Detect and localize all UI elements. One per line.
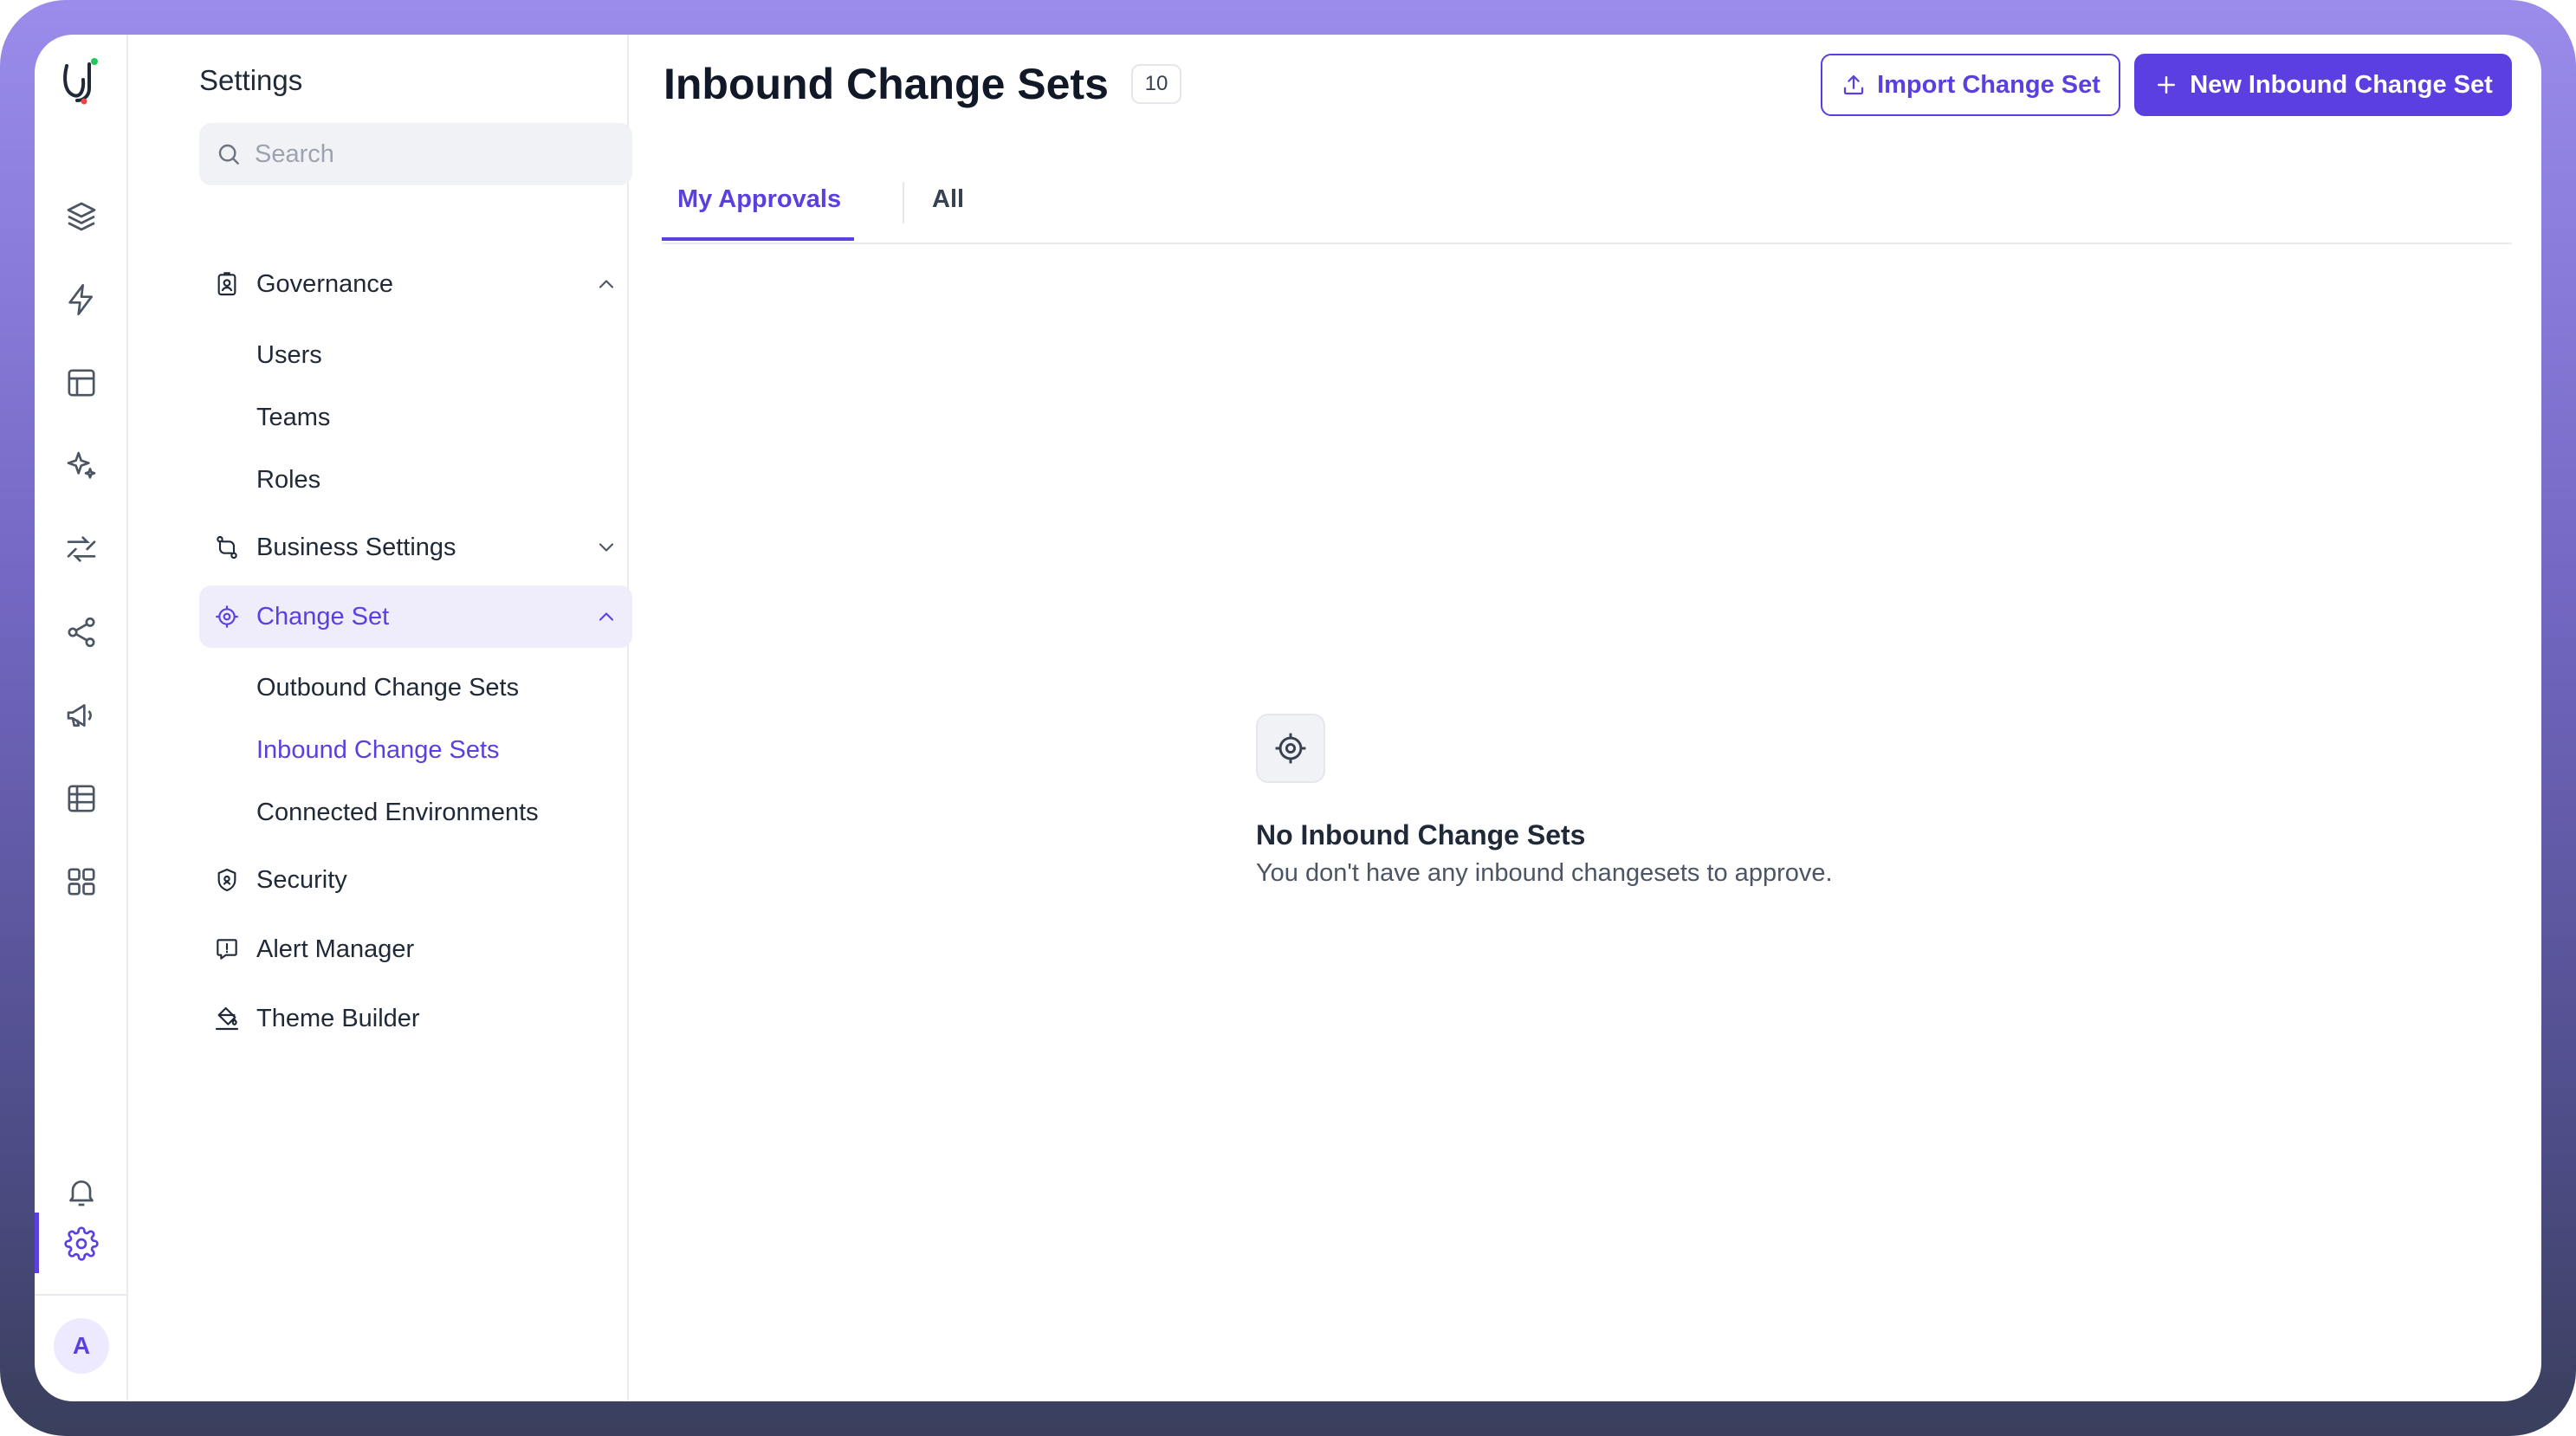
shield-icon — [213, 866, 241, 894]
rail-divider — [35, 1294, 126, 1296]
app-logo-icon[interactable] — [55, 54, 108, 107]
sidebar-group-governance[interactable]: Governance — [199, 253, 632, 315]
sidebar-item-label: Alert Manager — [256, 935, 415, 963]
sidebar-group-change-set[interactable]: Change Set — [199, 585, 632, 648]
paint-bucket-icon — [213, 1005, 241, 1032]
plus-icon — [2158, 76, 2176, 94]
new-inbound-change-set-label: New Inbound Change Set — [2190, 70, 2493, 99]
search-box[interactable] — [199, 123, 632, 185]
sidebar-item-label: Theme Builder — [256, 1004, 420, 1032]
chevron-up-icon[interactable] — [594, 605, 618, 629]
shuffle-icon[interactable] — [61, 528, 102, 570]
gear-icon[interactable] — [61, 1223, 102, 1265]
chevron-down-icon[interactable] — [594, 535, 618, 560]
empty-state-message: You don't have any inbound changesets to… — [1256, 859, 1833, 887]
sidebar-item-teams[interactable]: Teams — [256, 400, 330, 435]
bell-icon[interactable] — [61, 1171, 102, 1213]
sidebar-item-roles[interactable]: Roles — [256, 462, 320, 497]
sparkles-icon[interactable] — [61, 445, 102, 487]
target-icon — [213, 603, 241, 631]
sidebar-group-label: Governance — [256, 269, 393, 298]
sidebar-item-outbound-change-sets[interactable]: Outbound Change Sets — [256, 670, 519, 705]
tab-my-approvals[interactable]: My Approvals — [677, 185, 841, 214]
search-input[interactable] — [253, 139, 620, 170]
page-title: Inbound Change Sets — [663, 60, 1109, 108]
rail-active-indicator — [35, 1213, 39, 1273]
sidebar-item-inbound-change-sets[interactable]: Inbound Change Sets — [256, 733, 500, 767]
sidebar-item-connected-environments[interactable]: Connected Environments — [256, 795, 539, 830]
count-badge: 10 — [1131, 64, 1181, 104]
import-change-set-button[interactable]: Import Change Set — [1821, 54, 2120, 116]
app-window: A Settings Governance Users Teams Roles … — [35, 35, 2541, 1401]
tab-divider — [903, 182, 904, 223]
sidebar-item-alert-manager[interactable]: Alert Manager — [199, 918, 632, 980]
tab-all[interactable]: All — [932, 185, 964, 214]
sidebar-group-business-settings[interactable]: Business Settings — [199, 516, 632, 579]
sidebar-item-users[interactable]: Users — [256, 338, 322, 372]
import-change-set-label: Import Change Set — [1877, 70, 2100, 99]
empty-state-title: No Inbound Change Sets — [1256, 819, 1586, 851]
settings-sidebar: Settings Governance Users Teams Roles Bu… — [128, 35, 632, 1401]
upload-icon — [1843, 74, 1864, 95]
main-content: Inbound Change Sets 10 Import Change Set… — [629, 35, 2541, 1401]
table-icon[interactable] — [61, 778, 102, 819]
window-frame: A Settings Governance Users Teams Roles … — [0, 0, 2576, 1436]
route-icon — [213, 534, 241, 561]
grid-icon[interactable] — [61, 861, 102, 902]
chevron-up-icon[interactable] — [594, 272, 618, 296]
layers-icon[interactable] — [61, 196, 102, 237]
target-icon — [1256, 714, 1325, 783]
search-icon — [218, 144, 239, 165]
active-tab-indicator — [662, 237, 854, 241]
tab-bar: My Approvals All — [662, 177, 2512, 244]
new-inbound-change-set-button[interactable]: New Inbound Change Set — [2134, 54, 2512, 116]
icon-rail: A — [35, 35, 128, 1401]
bolt-icon[interactable] — [61, 279, 102, 320]
megaphone-icon[interactable] — [61, 695, 102, 736]
avatar[interactable]: A — [54, 1318, 109, 1374]
sidebar-group-label: Change Set — [256, 602, 390, 631]
sidebar-group-label: Business Settings — [256, 533, 456, 561]
badge-icon — [213, 270, 241, 298]
share-icon[interactable] — [61, 611, 102, 653]
sidebar-item-security[interactable]: Security — [199, 849, 632, 911]
sidebar-item-theme-builder[interactable]: Theme Builder — [199, 987, 632, 1050]
sidebar-item-label: Security — [256, 865, 347, 894]
layout-icon[interactable] — [61, 362, 102, 404]
alert-message-icon — [213, 935, 241, 963]
sidebar-title: Settings — [199, 64, 303, 96]
